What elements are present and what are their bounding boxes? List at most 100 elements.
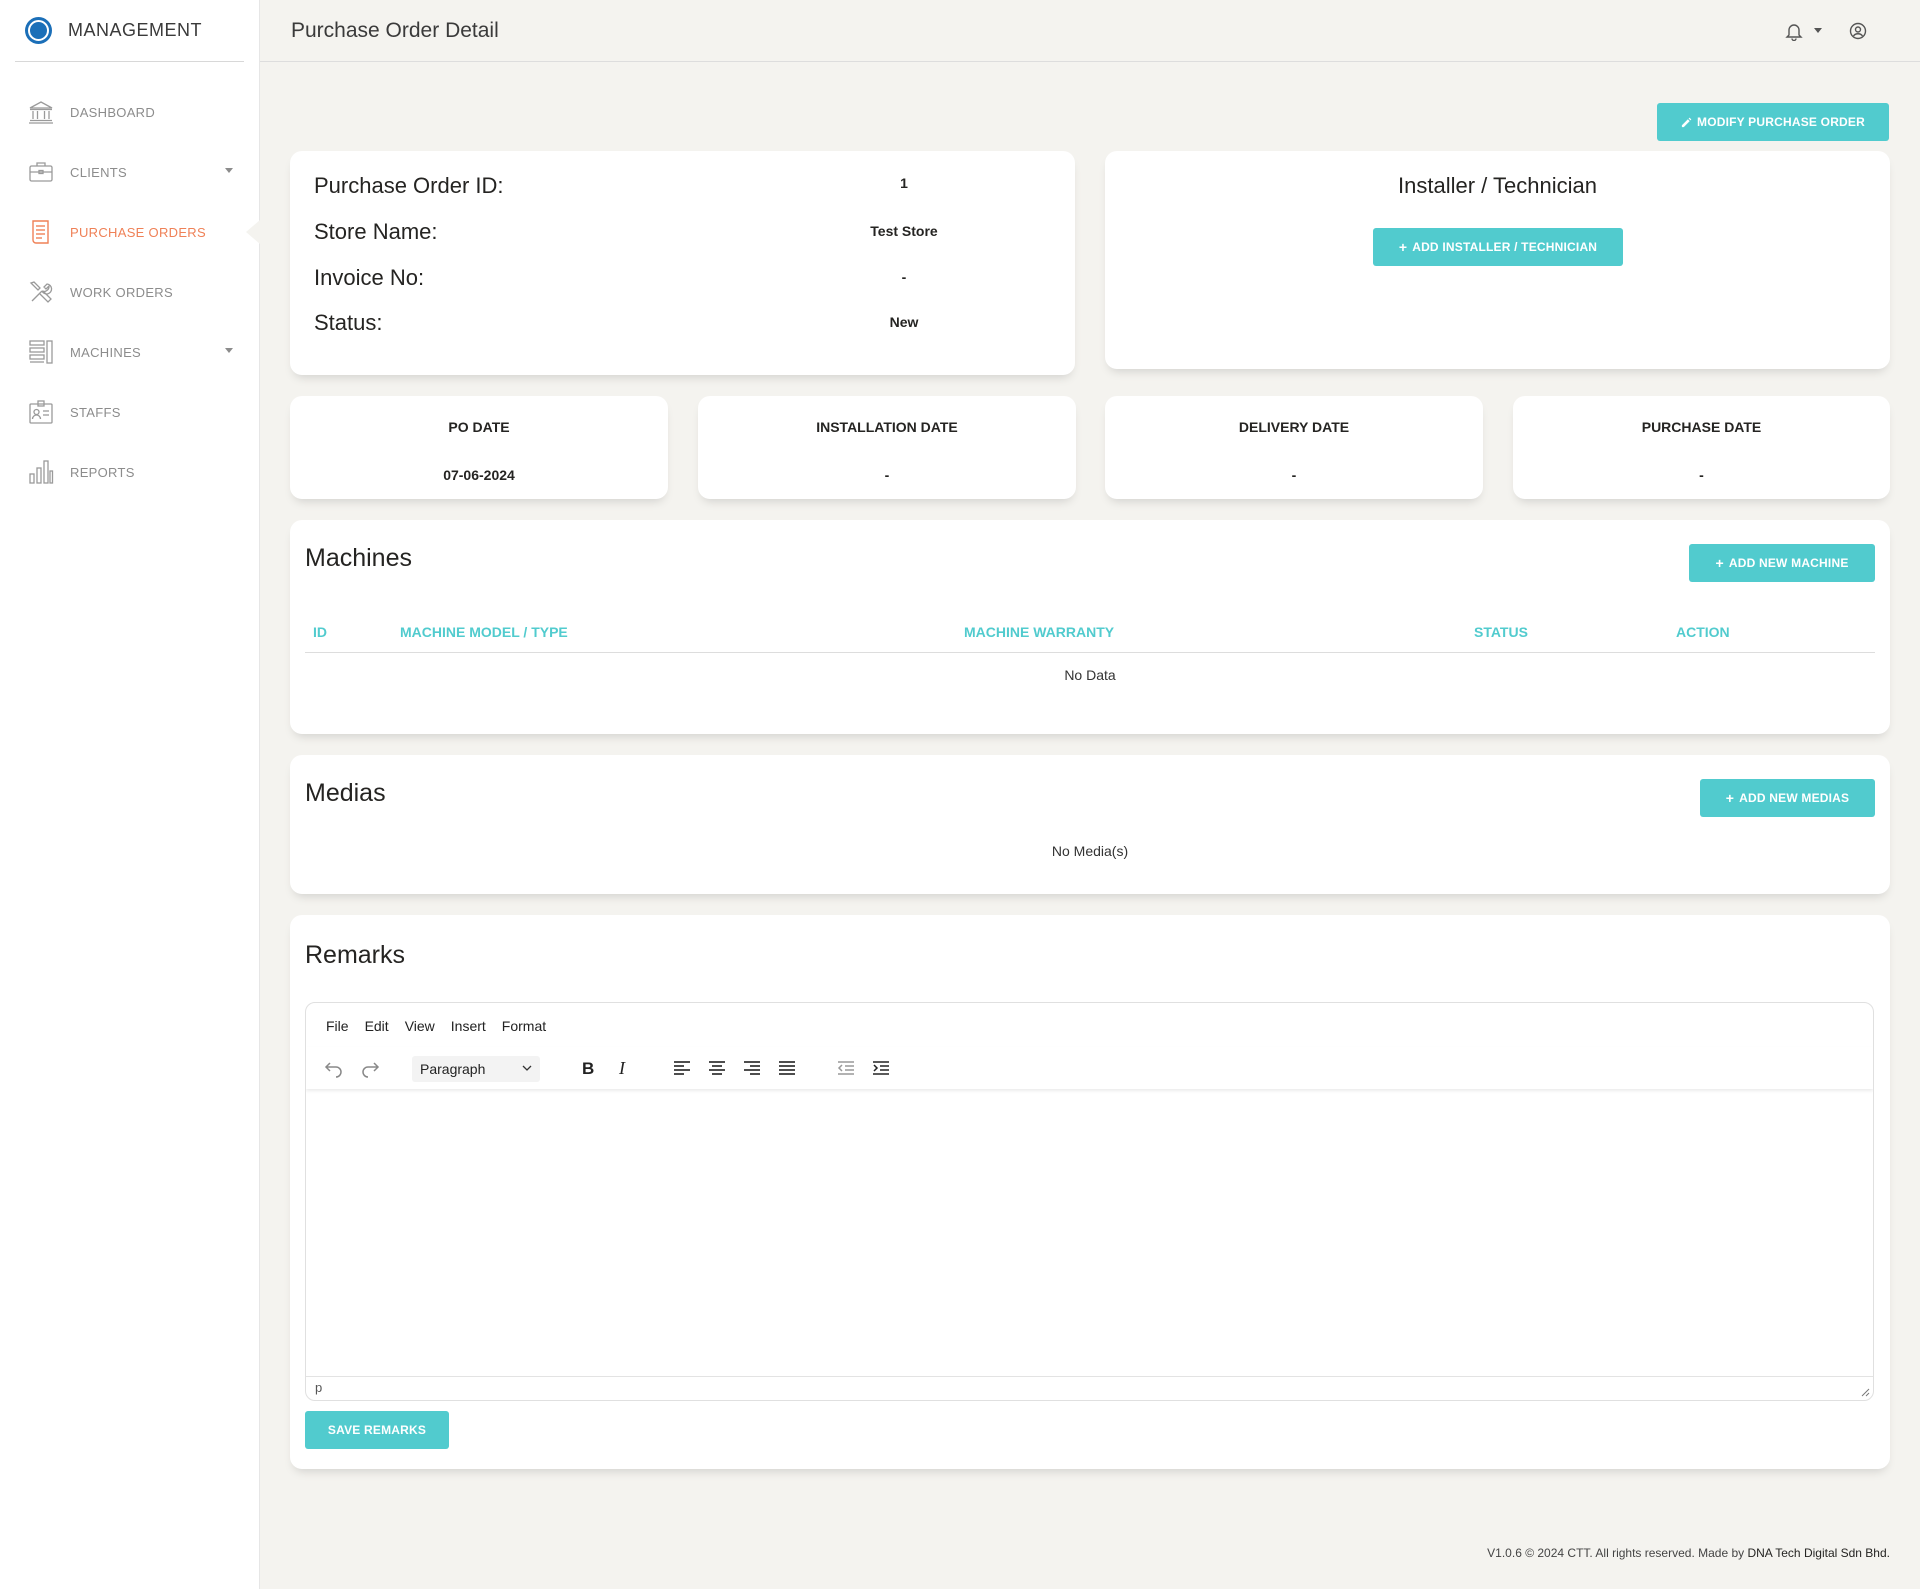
bank-icon [27,98,55,126]
sidebar-item-machines[interactable]: MACHINES [0,322,259,382]
column-header-model[interactable]: MACHINE MODEL / TYPE [400,624,568,640]
menu-format[interactable]: Format [494,1015,554,1039]
server-icon [27,338,55,366]
sidebar-item-label: PURCHASE ORDERS [70,224,206,240]
top-navbar: Purchase Order Detail [260,0,1920,62]
resize-handle-icon[interactable] [1860,1387,1870,1397]
purchase-date-title: PURCHASE DATE [1641,419,1762,435]
badge-icon [27,398,55,426]
table-divider [305,652,1875,653]
sidebar-item-staffs[interactable]: STAFFS [0,382,259,442]
add-machine-label: ADD NEW MACHINE [1728,556,1849,570]
bell-icon[interactable] [1785,21,1803,42]
purchase-date-card: PURCHASE DATE - [1513,396,1890,499]
brand[interactable]: MANAGEMENT [15,0,244,62]
modify-purchase-order-button[interactable]: MODIFY PURCHASE ORDER [1657,103,1889,141]
outdent-icon[interactable] [834,1056,858,1080]
chevron-down-icon[interactable] [1814,28,1822,33]
bold-icon[interactable]: B [576,1056,600,1080]
redo-icon[interactable] [358,1056,382,1080]
bar-chart-icon [27,458,55,486]
footer-maker-link[interactable]: DNA Tech Digital Sdn Bhd. [1747,1546,1890,1560]
brand-name: MANAGEMENT [68,20,203,40]
svg-text:B: B [582,1059,594,1078]
sidebar-item-clients[interactable]: CLIENTS [0,142,259,202]
active-pointer [246,220,260,244]
sidebar-item-label: MACHINES [70,344,142,360]
page-title: Purchase Order Detail [291,18,499,42]
po-date-title: PO DATE [448,419,510,435]
footer: V1.0.6 © 2024 CTT. All rights reserved. … [1487,1546,1890,1560]
editor-menubar: File Edit View Insert Format [306,1015,554,1039]
menu-view[interactable]: View [397,1015,443,1039]
menu-file[interactable]: File [318,1015,357,1039]
delivery-date-card: DELIVERY DATE - [1105,396,1483,499]
machines-title: Machines [305,544,412,572]
sidebar-nav: DASHBOARD CLIENTS PURCHASE ORDERS WORK O… [0,82,260,502]
machines-card: Machines + ADD NEW MACHINE ID MACHINE MO… [290,520,1890,734]
installer-title: Installer / Technician [1398,173,1597,198]
delivery-date-title: DELIVERY DATE [1238,419,1350,435]
po-id-value: 1 [900,175,908,191]
installation-date-title: INSTALLATION DATE [816,419,958,435]
menu-edit[interactable]: Edit [357,1015,397,1039]
status-value: New [889,314,919,330]
add-installer-label: ADD INSTALLER / TECHNICIAN [1412,240,1598,254]
menu-insert[interactable]: Insert [443,1015,494,1039]
element-path[interactable]: p [315,1380,322,1395]
purchase-date-value: - [1699,467,1704,483]
chevron-down-icon [522,1065,532,1071]
add-new-machine-button[interactable]: + ADD NEW MACHINE [1689,544,1875,582]
footer-copyright: V1.0.6 © 2024 CTT. All rights reserved. … [1487,1546,1748,1560]
sidebar-item-work-orders[interactable]: WORK ORDERS [0,262,259,322]
installation-date-value: - [884,467,890,483]
installer-card: Installer / Technician + ADD INSTALLER /… [1105,151,1890,369]
sidebar-item-reports[interactable]: REPORTS [0,442,259,502]
indent-icon[interactable] [869,1056,893,1080]
po-id-label: Purchase Order ID: [314,173,504,198]
status-label: Status: [314,310,383,335]
invoice-no-value: - [901,269,907,285]
pencil-icon [1681,117,1692,127]
sidebar-item-purchase-orders[interactable]: PURCHASE ORDERS [0,202,260,262]
editor-content-area[interactable] [306,1093,1873,1371]
add-medias-label: ADD NEW MEDIAS [1739,791,1850,805]
remarks-card: Remarks File Edit View Insert Format Par… [290,915,1890,1469]
sidebar-item-label: DASHBOARD [70,104,156,120]
add-installer-button[interactable]: + ADD INSTALLER / TECHNICIAN [1373,228,1623,266]
editor-toolbar: Paragraph B I [306,1047,1873,1089]
plus-icon: + [1725,790,1735,806]
document-icon [27,218,55,246]
block-format-select[interactable]: Paragraph [412,1056,540,1082]
column-header-id[interactable]: ID [313,624,327,640]
plus-icon: + [1398,239,1408,255]
po-detail-card: Purchase Order ID: 1 Store Name: Test St… [290,151,1075,375]
chevron-down-icon [225,168,233,173]
save-remarks-button[interactable]: SAVE REMARKS [305,1411,449,1449]
align-right-icon[interactable] [740,1056,764,1080]
align-center-icon[interactable] [705,1056,729,1080]
sidebar-item-dashboard[interactable]: DASHBOARD [0,82,259,142]
installation-date-card: INSTALLATION DATE - [698,396,1076,499]
user-circle-icon[interactable] [1849,22,1867,40]
store-name-label: Store Name: [314,219,438,244]
rich-text-editor: File Edit View Insert Format Paragraph B… [305,1002,1874,1401]
align-justify-icon[interactable] [775,1056,799,1080]
invoice-no-label: Invoice No: [314,265,425,290]
sidebar: MANAGEMENT DASHBOARD CLIENTS PURCHASE OR… [0,0,260,1589]
editor-statusbar: p [306,1376,1873,1400]
italic-icon[interactable]: I [611,1056,635,1080]
po-date-value: 07-06-2024 [443,467,515,483]
modify-label: MODIFY PURCHASE ORDER [1697,115,1865,129]
chevron-down-icon [225,348,233,353]
align-left-icon[interactable] [670,1056,694,1080]
column-header-status[interactable]: STATUS [1474,624,1528,640]
column-header-warranty[interactable]: MACHINE WARRANTY [964,624,1114,640]
column-header-action[interactable]: ACTION [1676,624,1730,640]
block-format-value: Paragraph [420,1061,486,1077]
briefcase-icon [27,158,55,186]
undo-icon[interactable] [322,1056,346,1080]
medias-card: Medias + ADD NEW MEDIAS No Media(s) [290,755,1890,894]
tools-icon [27,278,55,306]
add-new-medias-button[interactable]: + ADD NEW MEDIAS [1700,779,1875,817]
